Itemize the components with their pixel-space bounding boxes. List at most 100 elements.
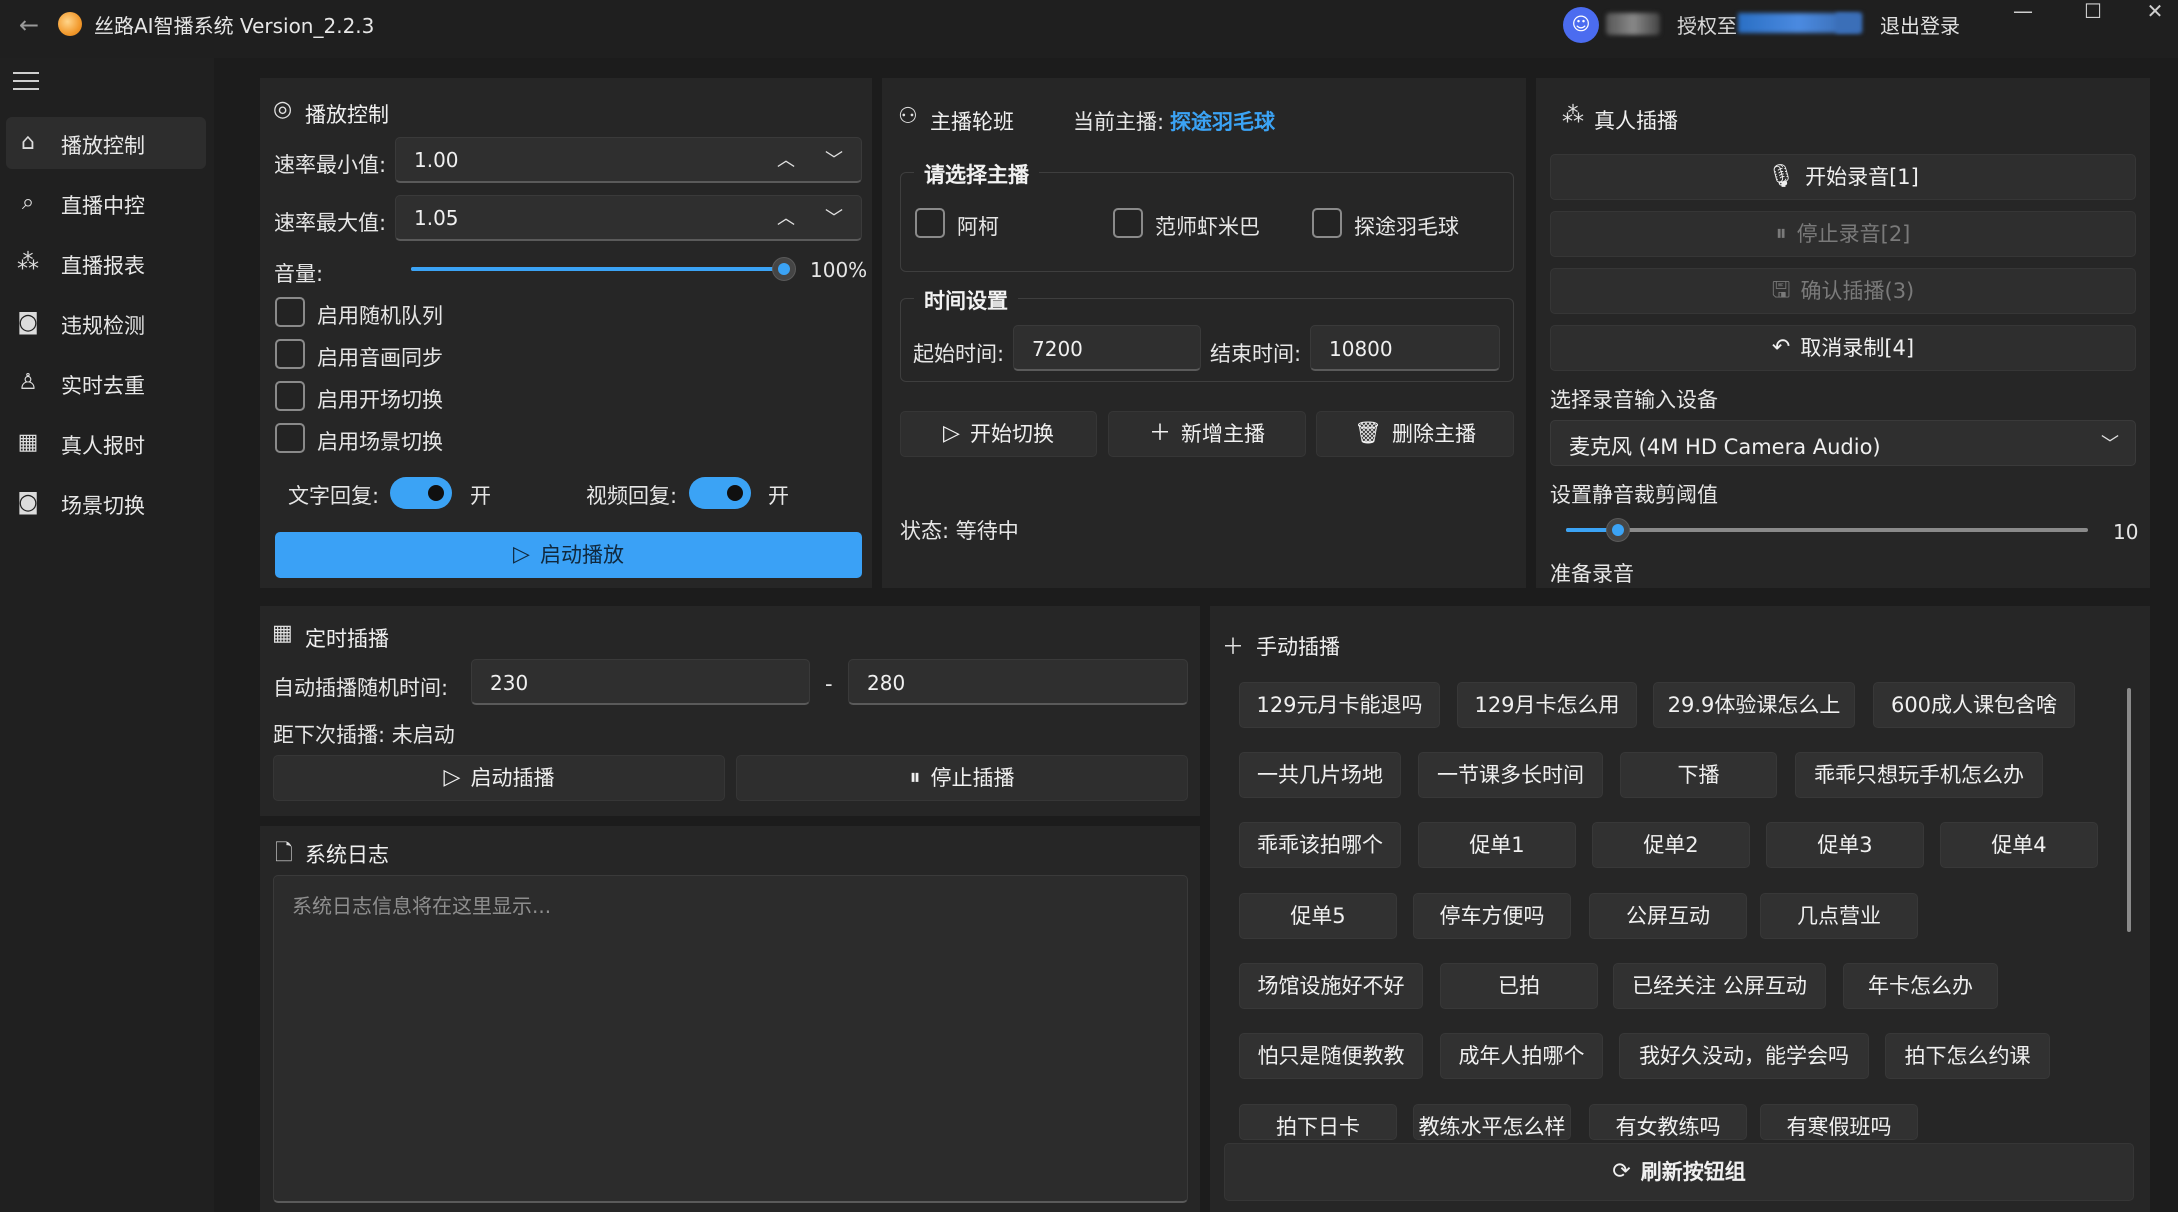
user-avatar-icon[interactable]: ☺ [1563,7,1599,43]
timed-insert-title: 定时插播 [305,627,389,651]
rate-min-value: 1.00 [414,148,459,172]
quick-reply-button[interactable]: 拍下怎么约课 [1885,1033,2050,1079]
volume-slider-thumb[interactable] [772,257,796,281]
quick-reply-button[interactable]: 有寒假班吗 [1760,1104,1918,1140]
maximize-icon[interactable]: ☐ [2062,0,2124,30]
close-icon[interactable]: ✕ [2132,0,2178,30]
rate-max-spinbox[interactable]: 1.05 ︿ ﹀ [395,195,862,241]
quick-reply-button[interactable]: 我好久没动，能学会吗 [1619,1033,1869,1079]
quick-reply-button[interactable]: 促单4 [1940,822,2098,868]
quick-reply-button[interactable]: 已经关注 公屏互动 [1613,963,1826,1009]
threshold-slider-thumb[interactable] [1606,518,1631,542]
device-select[interactable]: 麦克风 (4M HD Camera Audio) ﹀ [1550,420,2136,466]
rate-min-spinbox[interactable]: 1.00 ︿ ﹀ [395,137,862,183]
quick-reply-button[interactable]: 促单5 [1239,893,1397,939]
threshold-slider-track[interactable] [1566,528,2088,532]
random-time-label: 自动插播随机时间: [273,676,449,700]
quick-reply-button[interactable]: 停车方便吗 [1413,893,1571,939]
quick-reply-button[interactable]: 129月卡怎么用 [1457,682,1637,728]
quick-reply-button[interactable]: 29.9体验课怎么上 [1653,682,1855,728]
quick-reply-button[interactable]: 600成人课包含啥 [1873,682,2075,728]
add-anchor-button[interactable]: ＋ 新增主播 [1108,411,1306,457]
refresh-buttons-button[interactable]: ⟳ 刷新按钮组 [1224,1143,2134,1201]
minimize-icon[interactable]: — [1992,0,2054,30]
text-reply-toggle[interactable] [390,477,452,509]
start-playback-button[interactable]: ▷ 启动播放 [275,532,862,578]
quick-reply-button[interactable]: 一共几片场地 [1239,752,1401,798]
auth-label: 授权至 [1677,14,1737,38]
chevron-up-icon[interactable]: ︿ [771,205,801,233]
quick-reply-button[interactable]: 场馆设施好不好 [1239,963,1423,1009]
quick-reply-button[interactable]: 成年人拍哪个 [1440,1033,1603,1079]
chevron-down-icon[interactable]: ﹀ [819,205,849,233]
scene-switch-checkbox[interactable] [275,423,305,453]
video-reply-toggle[interactable] [689,477,751,509]
delete-anchor-button[interactable]: 🗑 删除主播 [1316,411,1514,457]
av-sync-label: 启用音画同步 [317,346,443,370]
quick-reply-button[interactable]: 促单2 [1592,822,1750,868]
sidebar-item-violation-check[interactable]: ◙ 违规检测 [6,297,206,349]
random-queue-checkbox[interactable] [275,297,305,327]
current-anchor-label: 当前主播: [1073,110,1165,134]
quick-reply-button[interactable]: 乖乖只想玩手机怎么办 [1795,752,2043,798]
sidebar-item-playback[interactable]: ⌂ 播放控制 [6,117,206,169]
cancel-recording-label: 取消录制[4] [1800,336,1915,360]
anchor-checkbox-1[interactable] [915,208,945,238]
quick-reply-button[interactable]: 已拍 [1440,963,1598,1009]
quick-reply-button[interactable]: 促单1 [1418,822,1576,868]
start-insert-button[interactable]: ▷ 启动插播 [273,755,725,801]
stop-insert-label: 停止插播 [930,766,1015,790]
syslog-textarea[interactable]: 系统日志信息将在这里显示... [273,875,1188,1203]
quick-button-scrollbar[interactable] [2127,688,2131,932]
end-time-input[interactable]: 10800 [1310,325,1500,371]
scene-switch-label: 启用场景切换 [317,430,443,454]
quick-reply-button[interactable]: 怕只是随便教教 [1239,1033,1423,1079]
sidebar-item-time-report[interactable]: ▦ 真人报时 [6,417,206,469]
cancel-recording-button[interactable]: ↶ 取消录制[4] [1550,325,2136,371]
quick-reply-button[interactable]: 一节课多长时间 [1418,752,1603,798]
start-recording-button[interactable]: 🎙 开始录音[1] [1550,154,2136,200]
confirm-insert-button[interactable]: 🖫 确认插播(3) [1550,268,2136,314]
back-arrow-icon[interactable]: ← [14,10,44,40]
insert-max-input[interactable]: 280 [848,659,1188,705]
manual-insert-title: 手动插播 [1256,635,1340,659]
quick-reply-button[interactable]: 教练水平怎么样 [1413,1104,1571,1140]
anchor-checkbox-3[interactable] [1312,208,1342,238]
stop-recording-button[interactable]: ⏸ 停止录音[2] [1550,211,2136,257]
anchor-checkbox-2[interactable] [1113,208,1143,238]
sidebar-item-dedup[interactable]: ♙ 实时去重 [6,357,206,409]
sidebar-item-live-report[interactable]: ⁂ 直播报表 [6,237,206,289]
play-icon: ▷ [443,765,461,790]
rate-min-label: 速率最小值: [274,153,387,177]
sidebar-item-label: 场景切换 [61,494,145,518]
syslog-placeholder: 系统日志信息将在这里显示... [292,894,552,918]
quick-reply-button[interactable]: 促单3 [1766,822,1924,868]
sidebar-item-scene-switch[interactable]: ◙ 场景切换 [6,477,206,529]
hamburger-menu-icon[interactable] [13,72,39,92]
sidebar-item-live-control[interactable]: ⌕ 直播中控 [6,177,206,229]
logout-link[interactable]: 退出登录 [1880,10,1960,39]
quick-reply-button[interactable]: 公屏互动 [1589,893,1747,939]
quick-reply-button[interactable]: 有女教练吗 [1589,1104,1747,1140]
start-time-value: 7200 [1032,337,1083,361]
insert-min-input[interactable]: 230 [471,659,810,705]
chevron-down-icon[interactable]: ﹀ [819,147,849,175]
quick-reply-button[interactable]: 129元月卡能退吗 [1239,682,1440,728]
quick-reply-button[interactable]: 年卡怎么办 [1843,963,1998,1009]
chevron-up-icon[interactable]: ︿ [771,147,801,175]
stop-insert-button[interactable]: ⏸ 停止插播 [736,755,1188,801]
quick-reply-button[interactable]: 下播 [1620,752,1777,798]
quick-reply-button[interactable]: 拍下日卡 [1239,1104,1397,1140]
rate-max-value: 1.05 [414,206,459,230]
quick-reply-button[interactable]: 几点营业 [1760,893,1918,939]
start-playback-label: 启动播放 [539,543,624,567]
live-insert-title: 真人插播 [1594,109,1678,133]
av-sync-checkbox[interactable] [275,339,305,369]
stop-recording-label: 停止录音[2] [1796,222,1911,246]
start-switch-button[interactable]: ▷ 开始切换 [900,411,1097,457]
anchor-select-title: 请选择主播 [914,159,1039,189]
quick-reply-button[interactable]: 乖乖该拍哪个 [1239,822,1401,868]
opening-switch-checkbox[interactable] [275,381,305,411]
calendar-icon: ▦ [17,430,39,455]
start-time-input[interactable]: 7200 [1013,325,1201,371]
